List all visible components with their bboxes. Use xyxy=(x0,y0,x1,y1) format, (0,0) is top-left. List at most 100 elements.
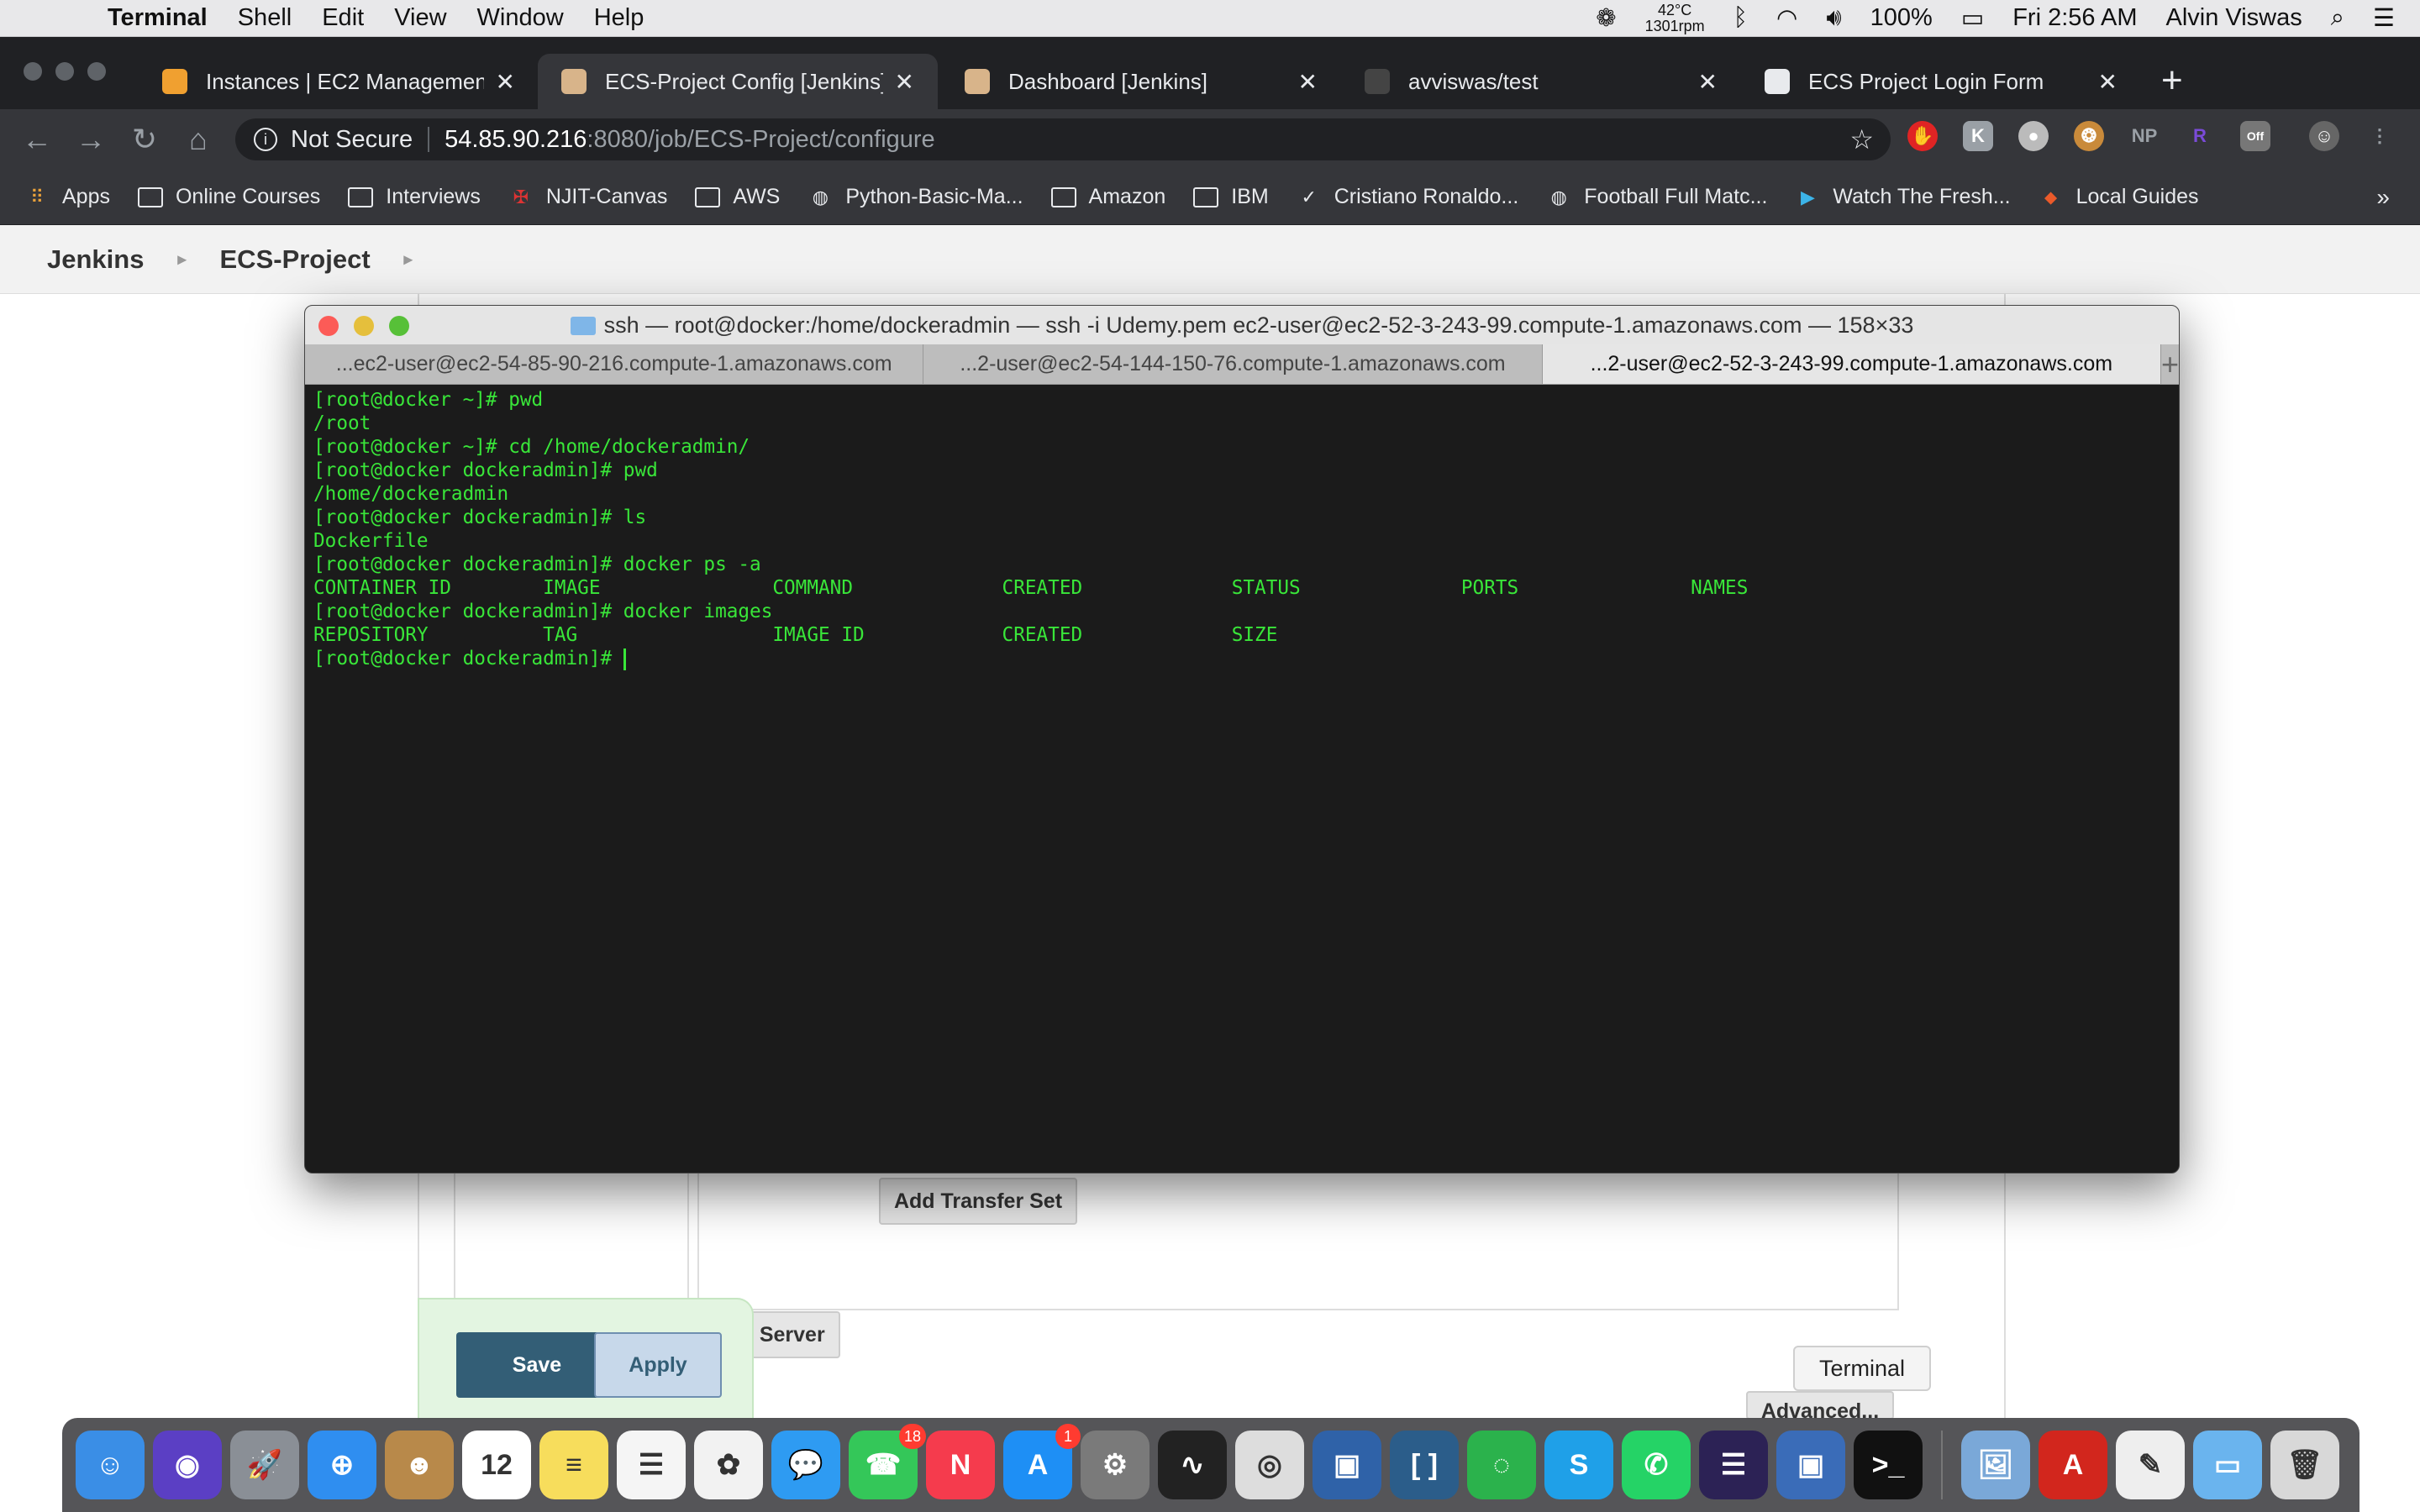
bookmarks-overflow-button[interactable]: » xyxy=(2376,184,2390,211)
chrome-menu-icon[interactable]: ⋮ xyxy=(2365,121,2395,151)
menu-shell[interactable]: Shell xyxy=(223,4,308,32)
bookmark-item[interactable]: Online Courses xyxy=(137,185,320,209)
profile-avatar[interactable]: ☺ xyxy=(2309,121,2339,151)
acrobat-icon[interactable]: A xyxy=(2039,1431,2107,1499)
forward-arrow-icon[interactable]: → xyxy=(64,122,118,157)
whatsapp-icon[interactable]: ✆ xyxy=(1622,1431,1691,1499)
reminders-icon[interactable]: ☰ xyxy=(617,1431,686,1499)
notes-icon[interactable]: ≡ xyxy=(539,1431,608,1499)
terminal-icon[interactable]: >_ xyxy=(1854,1431,1923,1499)
url-host[interactable]: 54.85.90.216 xyxy=(445,126,587,154)
bluetooth-icon[interactable]: ᛒ xyxy=(1733,4,1748,32)
adblock-extension-icon[interactable]: ✋ xyxy=(1907,121,1938,151)
volume-icon[interactable]: 🔊︎ xyxy=(1826,4,1841,32)
terminal-new-tab-button[interactable]: + xyxy=(2161,344,2179,384)
address-bar[interactable]: i Not Secure 54.85.90.216 :8080/job/ECS-… xyxy=(235,118,1891,160)
downloads-folder-icon[interactable]: ▭ xyxy=(2193,1431,2262,1499)
bookmark-item[interactable]: IBM xyxy=(1192,185,1269,209)
bookmark-star-icon[interactable]: ☆ xyxy=(1849,123,1874,155)
bookmark-item[interactable]: ⠿ Apps xyxy=(24,185,110,209)
contacts-icon[interactable]: ☻ xyxy=(385,1431,454,1499)
terminal-window[interactable]: ssh — root@docker:/home/dockeradmin — ss… xyxy=(304,305,2180,1173)
bookmark-item[interactable]: ✠ NJIT-Canvas xyxy=(508,185,668,209)
finder-icon[interactable]: ☺ xyxy=(76,1431,145,1499)
cookie-extension-icon[interactable]: ❂ xyxy=(2074,121,2104,151)
fan-icon[interactable]: ❁ xyxy=(1596,3,1616,33)
activity-monitor-icon[interactable]: ∿ xyxy=(1158,1431,1227,1499)
bookmark-item[interactable]: ⬥ Local Guides xyxy=(2038,185,2199,209)
r-extension-icon[interactable]: R xyxy=(2185,121,2215,151)
bookmark-item[interactable]: Amazon xyxy=(1050,185,1165,209)
safari-icon[interactable]: ⊕ xyxy=(308,1431,376,1499)
browser-tab[interactable]: Instances | EC2 Management C ✕ xyxy=(139,54,539,109)
back-arrow-icon[interactable]: ← xyxy=(10,122,64,157)
browser-tab[interactable]: ECS-Project Config [Jenkins] ✕ xyxy=(538,54,938,109)
control-center-icon[interactable]: ☰ xyxy=(2373,3,2395,33)
terminal-output[interactable]: [root@docker ~]# pwd/root [root@docker ~]… xyxy=(305,385,2179,674)
info-icon[interactable]: i xyxy=(254,128,277,151)
bookmark-item[interactable]: AWS xyxy=(694,185,780,209)
np-extension-icon[interactable]: NP xyxy=(2129,121,2160,151)
record-extension-icon[interactable]: ● xyxy=(2018,121,2049,151)
terminal-tab-1[interactable]: ...ec2-user@ec2-54-85-90-216.compute-1.a… xyxy=(305,344,924,384)
news-icon[interactable]: N xyxy=(926,1431,995,1499)
spotlight-icon[interactable]: ⌕ xyxy=(2331,4,2344,32)
menu-window[interactable]: Window xyxy=(462,4,579,32)
app-store-icon[interactable]: A1 xyxy=(1003,1424,1081,1499)
terminal-titlebar[interactable]: ssh — root@docker:/home/dockeradmin — ss… xyxy=(305,306,2179,344)
siri-icon[interactable]: ◉ xyxy=(153,1431,222,1499)
menu-help[interactable]: Help xyxy=(579,4,660,32)
skype-icon[interactable]: S xyxy=(1544,1431,1613,1499)
user-name[interactable]: Alvin Viswas xyxy=(2166,4,2302,32)
temp-readout[interactable]: 42°C 1301rpm xyxy=(1645,2,1705,34)
browser-tab[interactable]: Dashboard [Jenkins] ✕ xyxy=(941,54,1341,109)
reload-icon[interactable]: ↻ xyxy=(118,122,171,157)
close-tab-icon[interactable]: ✕ xyxy=(496,68,515,96)
close-tab-icon[interactable]: ✕ xyxy=(2098,68,2118,96)
bookmark-item[interactable]: ▶ Watch The Fresh... xyxy=(1794,185,2011,209)
terminal-minimize-icon[interactable] xyxy=(354,316,374,336)
browser-tab[interactable]: ECS Project Login Form ✕ xyxy=(1741,54,2141,109)
keyword-extension-icon[interactable]: K xyxy=(1963,121,1993,151)
virtualbox-icon[interactable]: ▣ xyxy=(1776,1431,1845,1499)
chrome-icon[interactable]: ◎ xyxy=(1235,1431,1304,1499)
close-tab-icon[interactable]: ✕ xyxy=(1698,68,1718,96)
terminal-prompt-line[interactable]: [root@docker dockeradmin]# xyxy=(313,647,2170,670)
system-preferences-icon[interactable]: ⚙ xyxy=(1081,1431,1150,1499)
chevron-right-icon[interactable]: ▸ xyxy=(177,249,186,270)
messages-icon[interactable]: 💬 xyxy=(771,1431,840,1499)
virtualbox-icon[interactable]: ▣ xyxy=(1313,1431,1381,1499)
photos-icon[interactable]: ✿ xyxy=(694,1431,763,1499)
terminal-zoom-icon[interactable] xyxy=(389,316,409,336)
bookmark-item[interactable]: ◍ Football Full Matc... xyxy=(1545,185,1768,209)
browser-tab[interactable]: avviswas/test ✕ xyxy=(1341,54,1741,109)
close-tab-icon[interactable]: ✕ xyxy=(895,68,914,96)
launchpad-icon[interactable]: 🚀 xyxy=(230,1431,299,1499)
refresh-app-icon[interactable]: ◌ xyxy=(1467,1431,1536,1499)
breadcrumb-job[interactable]: ECS-Project xyxy=(220,244,371,275)
facetime-icon[interactable]: ☎ 18 xyxy=(849,1424,926,1499)
breadcrumb-jenkins[interactable]: Jenkins xyxy=(47,244,144,275)
terminal-tab-3[interactable]: ...2-user@ec2-52-3-243-99.compute-1.amaz… xyxy=(1542,344,2161,384)
off-extension-icon[interactable]: Off xyxy=(2240,121,2270,151)
close-window-icon[interactable] xyxy=(24,62,42,81)
battery-percent[interactable]: 100% xyxy=(1870,4,1933,32)
home-icon[interactable]: ⌂ xyxy=(171,122,225,157)
minimize-window-icon[interactable] xyxy=(55,62,74,81)
clock[interactable]: Fri 2:56 AM xyxy=(2012,4,2137,32)
brackets-icon[interactable]: [ ] xyxy=(1390,1431,1459,1499)
zoom-window-icon[interactable] xyxy=(87,62,106,81)
bookmark-item[interactable]: ✓ Cristiano Ronaldo... xyxy=(1296,185,1519,209)
add-transfer-set-button[interactable]: Add Transfer Set xyxy=(879,1178,1077,1225)
calendar-icon[interactable]: 12 xyxy=(462,1431,531,1499)
terminal-tab-2[interactable]: ...2-user@ec2-54-144-150-76.compute-1.am… xyxy=(923,344,1543,384)
advanced-button[interactable]: Advanced... xyxy=(1746,1391,1894,1420)
wifi-icon[interactable]: ◠ xyxy=(1776,3,1797,33)
url-path[interactable]: :8080/job/ECS-Project/configure xyxy=(587,126,934,154)
battery-icon[interactable]: ▭ xyxy=(1961,3,1984,33)
terminal-close-icon[interactable] xyxy=(318,316,339,336)
chevron-right-icon[interactable]: ▸ xyxy=(404,249,413,270)
trash-icon[interactable]: 🗑 xyxy=(2270,1431,2339,1499)
menu-app-name[interactable]: Terminal xyxy=(92,4,223,32)
textedit-icon[interactable]: ✎ xyxy=(2116,1431,2185,1499)
